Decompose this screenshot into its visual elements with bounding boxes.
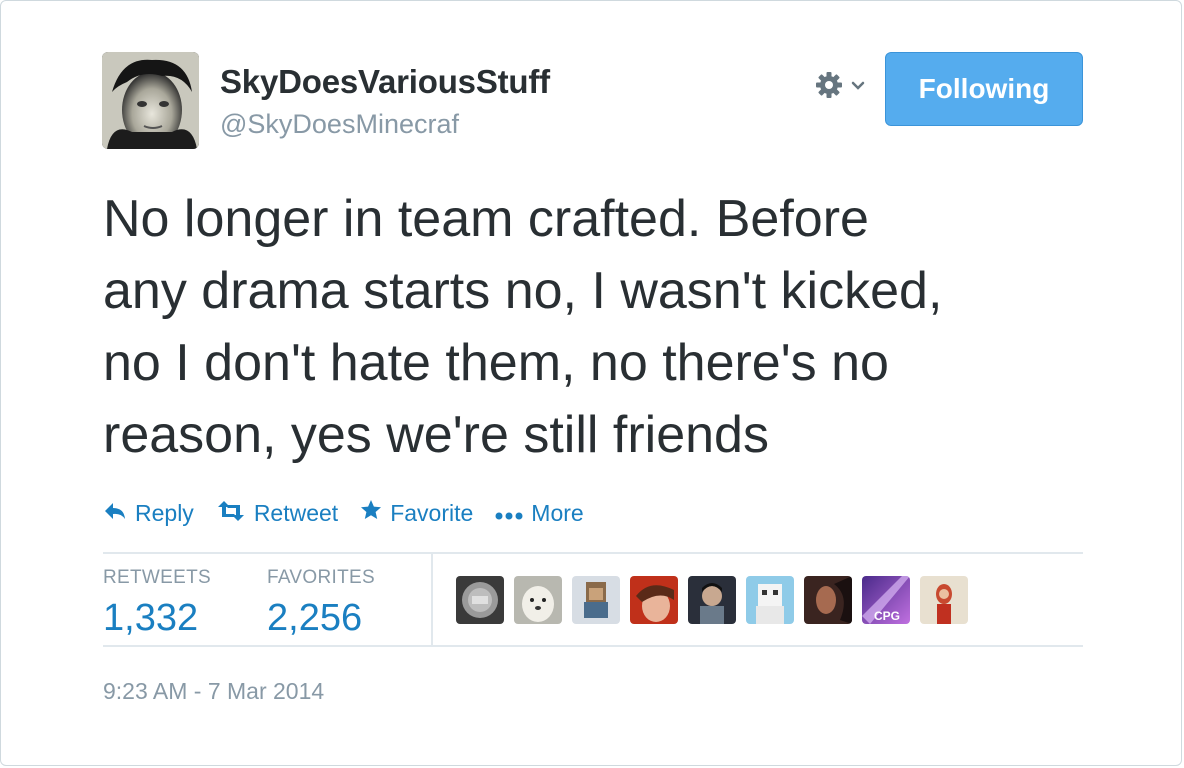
following-button[interactable]: Following — [885, 52, 1083, 126]
reply-icon — [103, 500, 135, 527]
more-label: More — [531, 499, 584, 526]
user-avatar[interactable] — [102, 52, 199, 149]
favoriter-avatar-3[interactable] — [572, 576, 620, 624]
favoriter-avatar-2[interactable] — [514, 576, 562, 624]
user-display-name[interactable]: SkyDoesVariousStuff — [220, 63, 550, 101]
favorite-button[interactable]: Favorite — [360, 499, 473, 527]
favorites-count[interactable]: 2,256 — [267, 597, 375, 640]
tweet-actions: Reply Retweet Favorite More — [103, 495, 606, 531]
favoriter-avatar-8[interactable]: CPG — [862, 576, 910, 624]
favorites-label: FAVORITES — [267, 567, 375, 588]
cpg-logo-text: CPG — [874, 609, 900, 623]
retweets-stat[interactable]: RETWEETS 1,332 — [103, 567, 211, 640]
stats-bottom-divider — [103, 645, 1083, 647]
favoriters-list: CPG — [456, 576, 978, 624]
more-button[interactable]: More — [495, 499, 584, 527]
tweet-card: SkyDoesVariousStuff @SkyDoesMinecraf Fol… — [0, 0, 1182, 766]
favoriter-avatar-5[interactable] — [688, 576, 736, 624]
reply-label: Reply — [135, 499, 194, 526]
user-handle[interactable]: @SkyDoesMinecraf — [220, 109, 459, 140]
retweet-label: Retweet — [253, 499, 339, 526]
tweet-timestamp[interactable]: 9:23 AM - 7 Mar 2014 — [103, 678, 324, 705]
favorites-stat[interactable]: FAVORITES 2,256 — [267, 567, 375, 640]
favoriter-avatar-1[interactable] — [456, 576, 504, 624]
retweet-icon — [216, 500, 254, 527]
favoriter-avatar-4[interactable] — [630, 576, 678, 624]
favorite-label: Favorite — [390, 499, 474, 526]
favoriter-avatar-9[interactable] — [920, 576, 968, 624]
retweets-label: RETWEETS — [103, 567, 211, 588]
user-actions-dropdown[interactable] — [813, 69, 871, 105]
stats-vertical-divider — [431, 554, 433, 646]
tweet-text: No longer in team crafted. Before any dr… — [103, 190, 943, 464]
more-dots-icon — [495, 500, 531, 527]
retweet-button[interactable]: Retweet — [216, 500, 338, 527]
reply-button[interactable]: Reply — [103, 500, 194, 527]
favoriter-avatar-6[interactable] — [746, 576, 794, 624]
gear-icon — [813, 69, 845, 106]
star-icon — [360, 499, 390, 527]
favoriter-avatar-7[interactable] — [804, 576, 852, 624]
stats-top-divider — [103, 552, 1083, 554]
chevron-down-icon — [851, 78, 865, 96]
retweets-count[interactable]: 1,332 — [103, 597, 211, 640]
